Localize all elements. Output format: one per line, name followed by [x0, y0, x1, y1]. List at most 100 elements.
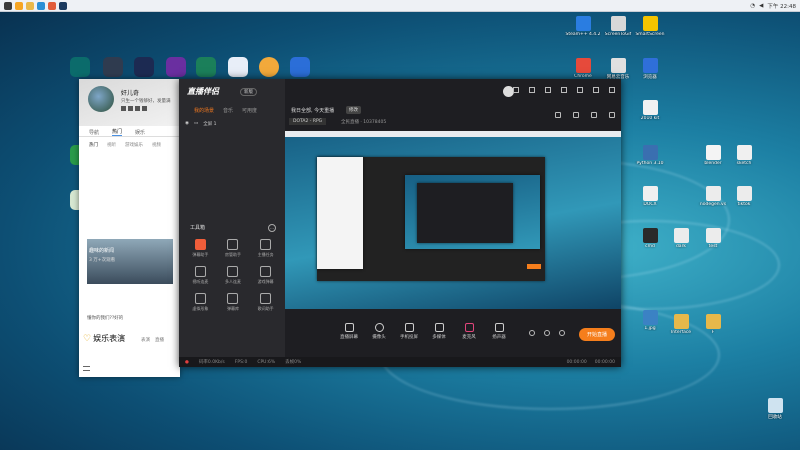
nested-window	[417, 183, 513, 243]
gear-icon[interactable]	[559, 330, 565, 336]
minimize-icon[interactable]	[577, 87, 583, 93]
maximize-icon[interactable]	[593, 87, 599, 93]
preview-taskbar	[285, 131, 621, 137]
wifi-icon[interactable]: ◔	[750, 3, 755, 9]
link-show[interactable]: 表演	[141, 337, 150, 343]
tab-usable[interactable]: 可用度	[242, 107, 257, 114]
tool-multi-link[interactable]: 多人连麦	[217, 266, 250, 285]
system-tray: ◔ ◀ 下午 22:48	[750, 0, 796, 12]
subtab-video[interactable]: 视频	[152, 142, 161, 148]
status-dot-icon: ●	[185, 359, 189, 365]
desktop-icon[interactable]: dark	[663, 228, 699, 249]
subtab-game[interactable]: 游戏娱乐	[125, 142, 143, 148]
phone-cast-button[interactable]: 手机投屏	[398, 323, 420, 340]
close-icon[interactable]	[609, 87, 615, 93]
source-controls: 直播屏幕 摄像头 手机投屏 多媒体 麦克风 扬声器	[338, 323, 510, 340]
desktop-icon[interactable]: 网易云音乐	[600, 58, 636, 80]
media-button[interactable]: 多媒体	[428, 323, 450, 340]
avatar[interactable]	[88, 86, 114, 112]
streamer-window: 直播伴侣 新版 我的场景 音乐 可用度 ◉ ▭ 全屏 1 工具箱 … 弹幕助手 …	[179, 79, 621, 367]
tool-room-admin[interactable]: 房管助手	[217, 239, 250, 258]
tool-danmaku[interactable]: 弹幕助手	[184, 239, 217, 258]
desktop-icon[interactable]: SmartScreen	[632, 16, 668, 37]
desktop-icon[interactable]: Steam++ 4.4.2	[565, 16, 601, 37]
app-icon-8[interactable]	[290, 57, 310, 77]
tool-av-link[interactable]: 视听连麦	[184, 266, 217, 285]
screenshot-icon[interactable]	[573, 112, 579, 118]
video-icon[interactable]	[529, 330, 535, 336]
desktop-icon[interactable]: test	[695, 228, 731, 249]
room-info: 全民直播 · 10378405	[341, 120, 387, 125]
status-icons	[121, 106, 147, 111]
clock[interactable]: 下午 22:48	[767, 2, 796, 10]
volume-icon[interactable]: ◀	[759, 3, 763, 9]
desktop-icon[interactable]: DOCX	[632, 186, 668, 207]
photoshop-icon[interactable]	[134, 57, 154, 77]
rp-icon[interactable]	[166, 57, 186, 77]
app-icon-6[interactable]	[228, 57, 248, 77]
link-live[interactable]: 直播	[155, 337, 164, 343]
lock-icon[interactable]	[555, 112, 561, 118]
desktop-icon[interactable]: 浏览器	[632, 58, 668, 80]
start-icon[interactable]	[4, 1, 12, 10]
mail-icon[interactable]	[529, 87, 535, 93]
desktop-icon[interactable]: Python 3.10	[632, 145, 668, 166]
subtab-hot[interactable]: 热门	[89, 142, 98, 148]
steam-icon[interactable]	[59, 1, 67, 10]
tool-danmaku-lib[interactable]: 弹幕库	[217, 293, 250, 312]
microphone-button[interactable]: 麦克风	[458, 323, 480, 340]
heart-icon: ♡	[83, 333, 92, 344]
desktop-icon[interactable]: sketch	[726, 145, 762, 166]
camera-button[interactable]: 摄像头	[368, 323, 390, 340]
browser-icon[interactable]	[15, 1, 23, 10]
app-icon-2[interactable]	[103, 57, 123, 77]
menu-icon[interactable]	[561, 87, 567, 93]
menu-icon[interactable]	[83, 366, 90, 371]
tab-hot[interactable]: 热门	[112, 128, 123, 136]
scene-item[interactable]: ◉ ▭ 全屏 1	[185, 121, 217, 127]
desktop-icon[interactable]: Chrome	[565, 58, 601, 79]
shirt-icon[interactable]	[545, 87, 551, 93]
eye-icon[interactable]: ◉	[185, 121, 189, 127]
start-live-button[interactable]: 开始直播	[578, 328, 615, 341]
nickname: 奸儿奇	[121, 90, 140, 97]
settings-icon[interactable]	[513, 87, 519, 93]
version-badge[interactable]: 新版	[240, 88, 257, 96]
preview-controls	[555, 112, 615, 118]
more-icon[interactable]: …	[268, 224, 276, 232]
record-icon[interactable]	[591, 112, 597, 118]
feed-caption[interactable]: 懂你的我们??好的	[87, 315, 123, 321]
eye-icon[interactable]	[544, 330, 550, 336]
app-icon-1[interactable]	[70, 57, 90, 77]
subtab-av[interactable]: 视听	[107, 142, 116, 148]
folder-icon[interactable]	[26, 1, 34, 10]
signature[interactable]: 只生一个钱够好，发量满	[121, 98, 171, 104]
section-title: ♡ 娱乐表演	[83, 333, 126, 344]
app-icon-7[interactable]	[259, 57, 279, 77]
app-icon[interactable]	[48, 1, 56, 10]
tool-game-danmaku[interactable]: 游戏弹幕	[249, 266, 282, 285]
tool-lyrics[interactable]: 歌词助手	[249, 293, 282, 312]
screen-capture-button[interactable]: 直播屏幕	[338, 323, 360, 340]
app-icon-5[interactable]	[196, 57, 216, 77]
tool-tasks[interactable]: 主播任务	[249, 239, 282, 258]
edge-icon[interactable]	[37, 1, 45, 10]
tab-scenes[interactable]: 我的场景	[194, 107, 214, 114]
share-icon[interactable]	[609, 112, 615, 118]
desktop-icon[interactable]: 2010 kit	[632, 100, 668, 121]
desktop-icon[interactable]: ScreenToGif	[600, 16, 636, 37]
stream-preview[interactable]	[285, 131, 621, 309]
qq-tabs: 导航 热门 娱乐	[79, 128, 180, 137]
edit-button[interactable]: 修改	[346, 106, 361, 114]
desktop-icon[interactable]: tiktok	[726, 186, 762, 207]
desktop-icon[interactable]: Interface	[663, 314, 699, 335]
tab-fun[interactable]: 娱乐	[135, 129, 145, 136]
tool-avatar[interactable]: 虚拟形象	[184, 293, 217, 312]
tab-music[interactable]: 音乐	[223, 107, 233, 114]
tab-nav[interactable]: 导航	[89, 129, 99, 136]
game-tag[interactable]: DOTA2 - RPG	[289, 118, 327, 125]
recycle-bin-icon[interactable]: 回收站	[757, 398, 793, 420]
desktop-icon[interactable]: F	[695, 314, 731, 335]
speaker-button[interactable]: 扬声器	[488, 323, 510, 340]
qq-subtabs: 热门 视听 游戏娱乐 视频	[79, 137, 180, 153]
